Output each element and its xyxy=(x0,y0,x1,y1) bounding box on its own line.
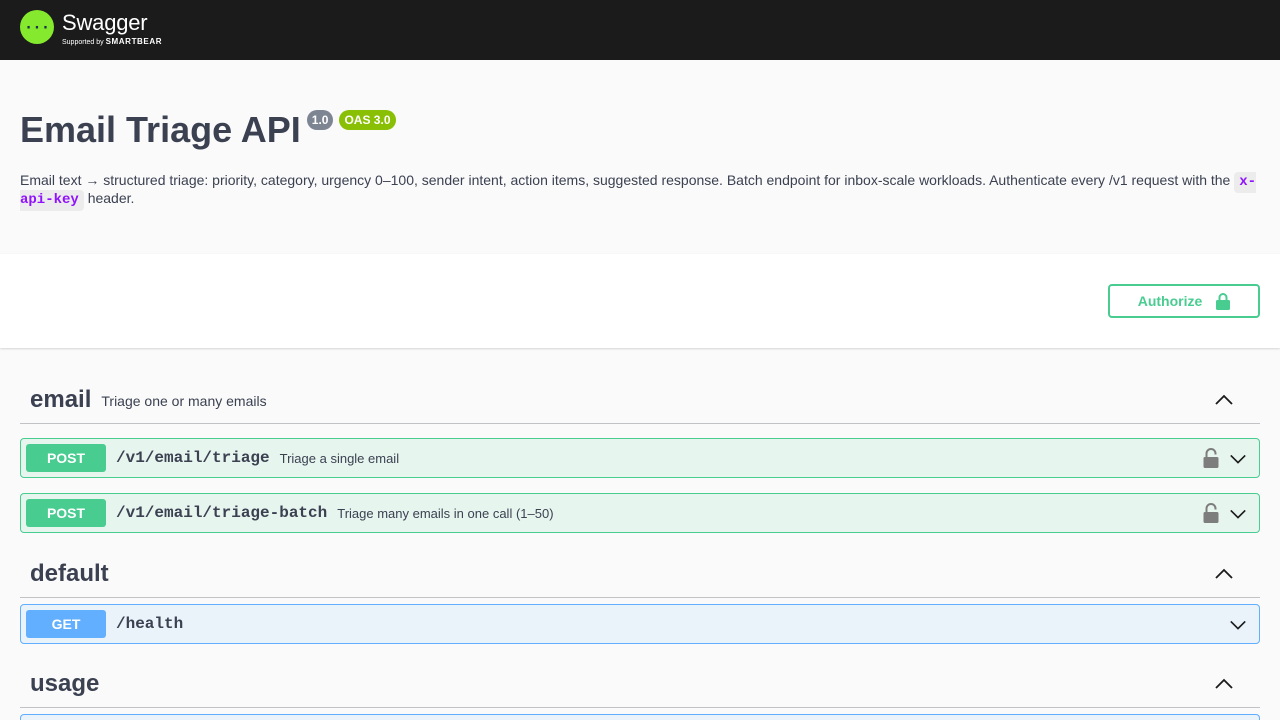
method-badge: GET xyxy=(26,610,106,638)
brand-name: Swagger xyxy=(62,10,148,35)
method-badge: POST xyxy=(26,444,106,472)
tag-name: email xyxy=(30,385,92,413)
operation-get-health[interactable]: GET /health xyxy=(20,604,1260,644)
operation-path: /health xyxy=(116,615,184,633)
lock-icon[interactable] xyxy=(1203,448,1219,468)
tag-email[interactable]: email Triage one or many emails xyxy=(20,376,1260,424)
tag-name: default xyxy=(30,559,109,587)
version-badge: 1.0 xyxy=(306,110,334,130)
operation-summary: Triage a single email xyxy=(279,450,400,466)
topbar: {···} Swagger Supported by SMARTBEAR xyxy=(0,0,1280,60)
operation-usage-partial[interactable] xyxy=(20,714,1260,720)
chevron-up-icon[interactable] xyxy=(1214,564,1234,584)
authorize-label: Authorize xyxy=(1137,293,1203,309)
info-section: Email Triage API 1.0 OAS 3.0 Email text … xyxy=(0,60,1280,254)
method-badge: POST xyxy=(26,499,106,527)
chevron-down-icon[interactable] xyxy=(1229,450,1247,468)
chevron-down-icon[interactable] xyxy=(1229,616,1247,634)
scheme-container: Authorize xyxy=(0,254,1280,348)
brand-supported-by: Supported by SMARTBEAR xyxy=(62,37,163,46)
lock-icon[interactable] xyxy=(1203,503,1219,523)
tag-name: usage xyxy=(30,669,100,697)
operation-path: /v1/email/triage xyxy=(116,449,270,467)
authorize-button[interactable]: Authorize xyxy=(1108,284,1260,318)
operation-summary: Triage many emails in one call (1–50) xyxy=(337,505,554,521)
chevron-up-icon[interactable] xyxy=(1214,674,1234,694)
tag-default[interactable]: default xyxy=(20,550,1260,598)
tag-description: Triage one or many emails xyxy=(101,392,267,409)
api-title: Email Triage API xyxy=(20,109,301,150)
operation-post-triage[interactable]: POST /v1/email/triage Triage a single em… xyxy=(20,438,1260,478)
tag-usage[interactable]: usage xyxy=(20,660,1260,708)
operation-post-triage-batch[interactable]: POST /v1/email/triage-batch Triage many … xyxy=(20,493,1260,533)
operation-path: /v1/email/triage-batch xyxy=(116,504,328,522)
api-description: Email text → structured triage: priority… xyxy=(20,172,1260,211)
swagger-logo-link[interactable]: {···} Swagger Supported by SMARTBEAR xyxy=(20,10,162,47)
svg-text:{···}: {···} xyxy=(24,20,50,36)
chevron-up-icon[interactable] xyxy=(1214,390,1234,410)
oas-badge: OAS 3.0 xyxy=(339,110,396,130)
lock-icon xyxy=(1216,293,1231,310)
swagger-logo-icon: {···} xyxy=(20,10,54,44)
chevron-down-icon[interactable] xyxy=(1229,505,1247,523)
